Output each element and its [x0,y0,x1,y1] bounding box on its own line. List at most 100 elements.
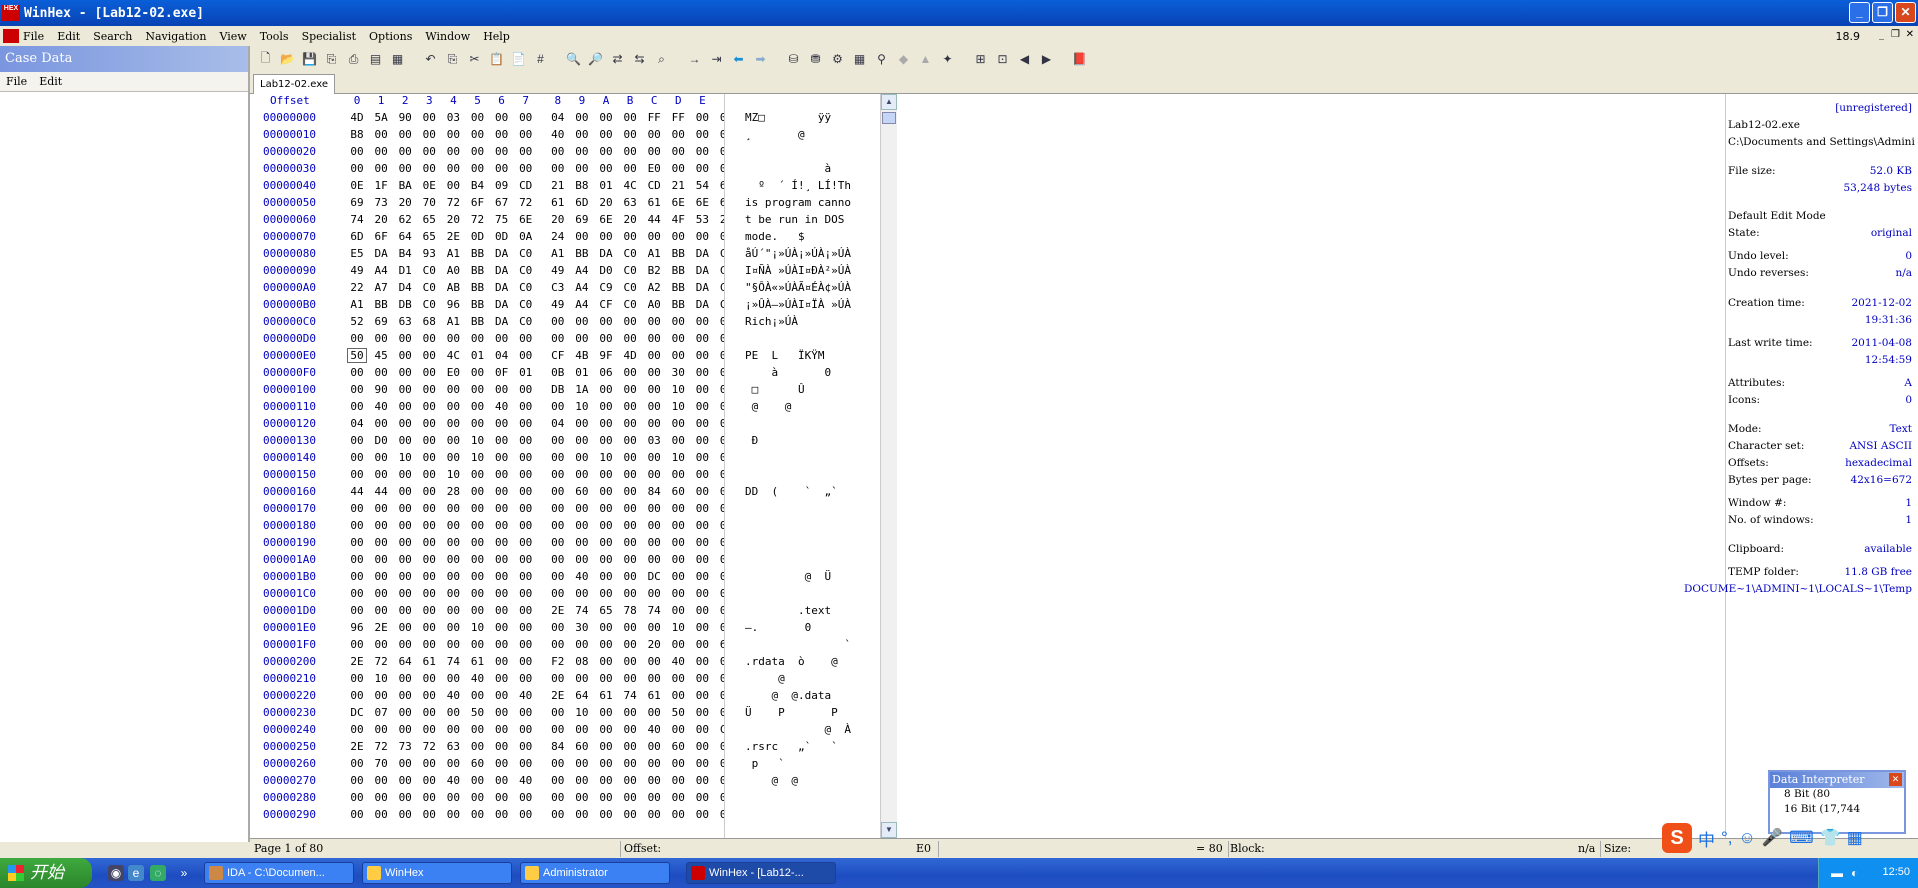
write-hex-icon[interactable]: # [531,50,550,69]
hex-byte[interactable]: 00 [669,791,687,804]
hex-byte[interactable]: 00 [420,621,438,634]
hex-byte[interactable]: A0 [444,264,462,277]
hex-byte[interactable]: 1F [372,179,390,192]
hex-byte[interactable]: 00 [372,417,390,430]
hex-byte[interactable]: DB [396,298,414,311]
hex-byte[interactable]: FF [645,111,663,124]
hex-byte[interactable]: 00 [693,349,711,362]
hex-byte[interactable]: 00 [469,791,487,804]
hex-byte[interactable]: 00 [420,689,438,702]
ime-lang[interactable]: 中 [1698,826,1715,851]
hex-byte[interactable]: 00 [669,689,687,702]
hex-byte[interactable]: 49 [549,298,567,311]
hex-byte[interactable]: 00 [645,417,663,430]
hex-byte[interactable]: 00 [493,502,511,515]
help-book-icon[interactable]: 📕 [1070,50,1089,69]
hex-byte[interactable]: 10 [669,621,687,634]
hex-byte[interactable]: 00 [493,621,511,634]
hex-byte[interactable]: 00 [396,128,414,141]
hex-byte[interactable]: 69 [573,213,591,226]
row-offset[interactable]: 00000150 [263,468,316,481]
hex-byte[interactable]: 00 [372,689,390,702]
hex-byte[interactable]: 00 [396,689,414,702]
hex-byte[interactable]: 00 [469,587,487,600]
hex-byte[interactable]: 00 [549,706,567,719]
hex-byte[interactable]: CD [517,179,535,192]
hex-byte[interactable]: 00 [549,757,567,770]
hex-byte[interactable]: 00 [645,128,663,141]
hex-byte[interactable]: 00 [420,128,438,141]
hex-byte[interactable]: 00 [621,672,639,685]
hex-byte[interactable]: 6E [517,213,535,226]
row-offset[interactable]: 00000180 [263,519,316,532]
hex-byte[interactable]: B8 [573,179,591,192]
hex-byte[interactable]: D1 [396,264,414,277]
hex-byte[interactable]: 63 [396,315,414,328]
task-winhex[interactable]: WinHex [362,862,512,884]
hex-byte[interactable]: 00 [645,553,663,566]
hex-byte[interactable]: 00 [469,774,487,787]
hex-byte[interactable]: 00 [693,315,711,328]
hex-byte[interactable]: 10 [669,400,687,413]
row-offset[interactable]: 00000010 [263,128,316,141]
hex-byte[interactable]: 2E [348,655,366,668]
hex-byte[interactable]: C3 [549,281,567,294]
hex-byte[interactable]: 00 [693,672,711,685]
hex-byte[interactable]: 00 [396,774,414,787]
ascii-row[interactable]: is program canno [745,196,851,213]
hex-byte[interactable]: 00 [645,400,663,413]
row-offset[interactable]: 00000070 [263,230,316,243]
hex-byte[interactable]: 00 [597,587,615,600]
hex-byte[interactable]: 00 [517,621,535,634]
hex-byte[interactable]: 00 [669,808,687,821]
save-icon[interactable]: 💾 [300,50,319,69]
hex-byte[interactable]: 00 [420,791,438,804]
hex-byte[interactable]: 00 [420,723,438,736]
hex-byte[interactable]: 00 [597,553,615,566]
hex-byte[interactable]: CD [645,179,663,192]
hex-byte[interactable]: 00 [549,723,567,736]
hex-byte[interactable]: 00 [517,383,535,396]
hex-byte[interactable]: 24 [549,230,567,243]
row-offset[interactable]: 00000100 [263,383,316,396]
hex-byte[interactable]: 78 [621,604,639,617]
hex-byte[interactable]: 00 [396,672,414,685]
hex-byte[interactable]: 40 [669,655,687,668]
hex-byte[interactable]: 00 [669,536,687,549]
tool-gray-2-icon[interactable]: ▲ [916,50,935,69]
hex-byte[interactable]: 00 [493,417,511,430]
hex-byte[interactable]: 01 [573,366,591,379]
hex-byte[interactable]: 60 [469,757,487,770]
hex-byte[interactable]: 00 [348,808,366,821]
hex-byte[interactable]: 65 [420,213,438,226]
hex-byte[interactable]: 00 [444,179,462,192]
hex-byte[interactable]: 06 [597,366,615,379]
row-offset[interactable]: 00000160 [263,485,316,498]
hex-byte[interactable]: 00 [372,723,390,736]
hex-byte[interactable]: 96 [444,298,462,311]
hex-byte[interactable]: 74 [444,655,462,668]
doc-minimize-icon[interactable]: _ [1879,29,1884,40]
hex-byte[interactable]: 00 [693,145,711,158]
replace-hex-icon[interactable]: ⇆ [630,50,649,69]
hex-byte[interactable]: 00 [348,570,366,583]
hex-byte[interactable]: 00 [469,485,487,498]
cut-icon[interactable]: ✂ [465,50,484,69]
hex-byte[interactable]: 00 [597,638,615,651]
hex-byte[interactable]: 00 [444,128,462,141]
hex-byte[interactable]: 04 [493,349,511,362]
hex-byte[interactable]: 00 [517,672,535,685]
hex-byte[interactable]: 10 [396,451,414,464]
hex-byte[interactable]: 00 [597,519,615,532]
hex-byte[interactable]: 00 [420,451,438,464]
hex-byte[interactable]: 00 [597,417,615,430]
hex-byte[interactable]: 00 [645,468,663,481]
hex-byte[interactable]: 60 [669,740,687,753]
hex-byte[interactable]: 00 [517,162,535,175]
replace-text-icon[interactable]: ⇄ [608,50,627,69]
winhex-app-icon[interactable]: HEX [2,5,20,21]
hex-byte[interactable]: 00 [693,621,711,634]
hex-byte[interactable]: 00 [573,162,591,175]
hex-byte[interactable]: 00 [444,587,462,600]
hex-byte[interactable]: 00 [669,774,687,787]
